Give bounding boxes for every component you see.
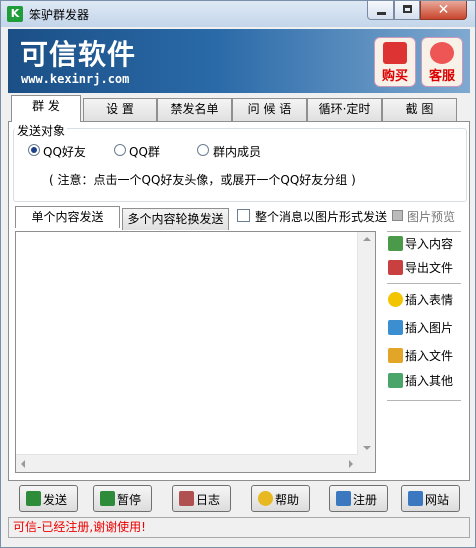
tab-greetings[interactable]: 问 候 语 xyxy=(232,98,307,121)
status-bar: 可信-已经注册,谢谢使用! xyxy=(8,517,470,538)
maximize-button[interactable] xyxy=(394,1,420,20)
scroll-down-icon[interactable] xyxy=(363,446,371,450)
send-icon xyxy=(26,491,41,506)
add-icon xyxy=(388,373,403,388)
emoji-icon xyxy=(388,292,403,307)
image-mode-label[interactable]: 整个消息以图片形式发送 xyxy=(255,208,387,225)
banner: 可信软件 www.kexinrj.com 购买 客服 xyxy=(8,29,470,93)
help-label: 帮助 xyxy=(275,493,300,507)
log-button[interactable]: 日志 xyxy=(172,485,231,512)
close-icon: ✕ xyxy=(437,2,450,18)
banner-url: www.kexinrj.com xyxy=(21,72,130,86)
send-label: 发送 xyxy=(43,493,68,507)
scroll-up-icon[interactable] xyxy=(363,237,371,241)
target-note: ( 注意：点击一个QQ好友头像，或展开一个QQ好友分组 ) xyxy=(49,173,356,187)
scroll-corner xyxy=(358,455,375,472)
title-bar[interactable]: K 笨驴群发器 ✕ xyxy=(1,1,475,27)
message-editor[interactable] xyxy=(15,231,376,473)
register-label: 注册 xyxy=(353,493,378,507)
insert-image-label: 插入图片 xyxy=(405,321,454,335)
shopping-cart-icon xyxy=(383,42,407,64)
close-button[interactable]: ✕ xyxy=(420,1,467,20)
image-preview-button[interactable]: 图片预览 xyxy=(407,208,455,225)
insert-file-label: 插入文件 xyxy=(405,349,454,363)
export-file-label: 导出文件 xyxy=(405,261,454,275)
tab-loop-schedule[interactable]: 循环·定时 xyxy=(307,98,382,121)
window-title: 笨驴群发器 xyxy=(29,8,90,22)
tab-single-content[interactable]: 单个内容发送 xyxy=(15,206,120,228)
register-button[interactable]: 注册 xyxy=(329,485,388,512)
vertical-scrollbar[interactable] xyxy=(357,232,375,455)
image-mode-checkbox[interactable] xyxy=(237,209,250,222)
buy-button[interactable]: 购买 xyxy=(374,37,416,87)
headset-icon xyxy=(430,42,454,64)
insert-emoji-label: 插入表情 xyxy=(405,293,454,307)
pause-label: 暂停 xyxy=(117,493,142,507)
main-window: K 笨驴群发器 ✕ 可信软件 www.kexinrj.com 购买 客服 群 发… xyxy=(0,0,476,548)
log-icon xyxy=(179,491,194,506)
tab-screenshot[interactable]: 截 图 xyxy=(382,98,457,121)
log-label: 日志 xyxy=(196,493,221,507)
customer-service-button[interactable]: 客服 xyxy=(421,37,463,87)
side-divider-top xyxy=(387,231,461,232)
import-content-label: 导入内容 xyxy=(405,237,454,251)
target-group xyxy=(13,128,467,202)
import-icon xyxy=(388,236,403,251)
scroll-left-icon[interactable] xyxy=(21,460,25,468)
pause-button[interactable]: 暂停 xyxy=(93,485,152,512)
service-label: 客服 xyxy=(428,69,455,84)
folder-icon xyxy=(388,348,403,363)
website-label: 网站 xyxy=(425,493,450,507)
minimize-icon xyxy=(377,12,386,15)
website-button[interactable]: 网站 xyxy=(401,485,460,512)
insert-other-label: 插入其他 xyxy=(405,374,454,388)
radio-group-members[interactable] xyxy=(197,144,209,156)
send-button[interactable]: 发送 xyxy=(19,485,78,512)
tab-mass-send[interactable]: 群 发 xyxy=(11,95,81,122)
tab-settings[interactable]: 设 置 xyxy=(83,98,157,121)
tab-rotating-content[interactable]: 多个内容轮换发送 xyxy=(122,208,229,230)
radio-qq-groups[interactable] xyxy=(114,144,126,156)
help-button[interactable]: 帮助 xyxy=(251,485,310,512)
image-icon xyxy=(388,320,403,335)
target-legend: 发送对象 xyxy=(15,122,68,139)
buy-label: 购买 xyxy=(381,69,408,84)
help-icon xyxy=(258,491,273,506)
app-icon: K xyxy=(7,6,23,22)
home-icon xyxy=(408,491,423,506)
scroll-right-icon[interactable] xyxy=(349,460,353,468)
tab-blocklist[interactable]: 禁发名单 xyxy=(157,98,232,121)
banner-title: 可信软件 xyxy=(20,38,137,71)
side-divider-middle xyxy=(387,283,461,284)
radio-label-qq-friends[interactable]: QQ好友 xyxy=(43,143,86,160)
export-icon xyxy=(388,260,403,275)
radio-label-qq-groups[interactable]: QQ群 xyxy=(129,143,160,160)
user-icon xyxy=(336,491,351,506)
side-divider-bottom xyxy=(387,400,461,401)
image-preview-icon xyxy=(392,210,403,221)
radio-label-group-members[interactable]: 群内成员 xyxy=(213,143,261,160)
radio-qq-friends[interactable] xyxy=(28,144,40,156)
horizontal-scrollbar[interactable] xyxy=(16,454,358,472)
pause-icon xyxy=(100,491,115,506)
minimize-button[interactable] xyxy=(367,1,394,20)
maximize-icon xyxy=(403,5,412,13)
